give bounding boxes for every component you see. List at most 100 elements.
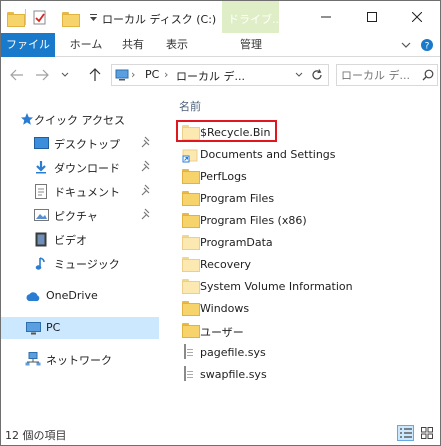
tab-share[interactable]: 共有: [115, 33, 151, 57]
file-list: 名前 $Recycle.Bin Documents and Settings P…: [171, 93, 440, 420]
shortcut-folder-icon: [182, 147, 198, 163]
highlight-annotation-box: [176, 120, 277, 142]
file-name: Program Files: [200, 192, 275, 205]
up-arrow-icon[interactable]: [87, 67, 103, 83]
details-view-icon[interactable]: [397, 425, 414, 441]
list-item[interactable]: ユーザー: [179, 320, 429, 342]
search-icon[interactable]: [420, 67, 436, 83]
nav-item-music[interactable]: ミュージック: [1, 252, 159, 274]
breadcrumb-local-disk[interactable]: ローカル デ...: [176, 68, 245, 84]
pictures-icon: [33, 207, 49, 223]
network-icon: [25, 351, 41, 367]
nav-item-downloads[interactable]: ダウンロード: [1, 156, 159, 178]
nav-item-label: ミュージック: [54, 258, 120, 271]
file-name: ユーザー: [200, 326, 244, 339]
drive-tools-context-tab[interactable]: ドライブ...: [222, 1, 283, 33]
breadcrumb-pc[interactable]: PC: [145, 68, 159, 81]
file-name: Documents and Settings: [200, 148, 336, 161]
nav-item-label: PC: [46, 321, 61, 334]
pin-icon[interactable]: [141, 184, 153, 196]
address-dropdown-icon[interactable]: [291, 67, 307, 83]
nav-item-documents[interactable]: ドキュメント: [1, 180, 159, 202]
folder-icon: [182, 279, 198, 295]
large-icons-view-icon[interactable]: [418, 425, 435, 441]
tab-file[interactable]: ファイル: [1, 33, 55, 57]
file-name: System Volume Information: [200, 280, 353, 293]
recent-dropdown-icon[interactable]: [57, 67, 73, 83]
search-input[interactable]: [341, 67, 417, 83]
properties-check-icon[interactable]: [32, 9, 48, 25]
customize-dropdown-icon[interactable]: [85, 9, 101, 25]
tab-view[interactable]: 表示: [157, 33, 197, 57]
nav-item-videos[interactable]: ビデオ: [1, 228, 159, 250]
tab-home[interactable]: ホーム: [63, 33, 109, 57]
pin-icon[interactable]: [141, 208, 153, 220]
help-icon[interactable]: ?: [419, 37, 435, 53]
list-item[interactable]: pagefile.sys: [179, 342, 429, 364]
file-icon: [182, 366, 198, 383]
list-item[interactable]: Recovery: [179, 254, 429, 276]
nav-item-label: デスクトップ: [54, 138, 120, 151]
list-item[interactable]: System Volume Information: [179, 276, 429, 298]
breadcrumb-sep-icon: ›: [131, 68, 136, 81]
ribbon-tabs: ファイル ホーム 共有 表示 管理 ?: [1, 33, 440, 57]
address-bar[interactable]: › PC › ローカル デ...: [111, 64, 329, 86]
nav-item-label: ダウンロード: [54, 162, 120, 175]
window-title: ローカル ディスク (C:): [102, 13, 217, 26]
folder-icon: [182, 235, 198, 251]
file-name: Recovery: [200, 258, 252, 271]
file-name: PerfLogs: [200, 170, 247, 183]
list-item[interactable]: Program Files: [179, 188, 429, 210]
folder-icon: [182, 169, 198, 185]
nav-item-pc[interactable]: PC: [1, 317, 159, 339]
folder-icon: [182, 213, 198, 229]
address-row: › PC › ローカル デ...: [1, 58, 440, 93]
nav-item-label: ピクチャ: [54, 210, 98, 223]
file-name: swapfile.sys: [200, 368, 267, 381]
file-name: Windows: [200, 302, 250, 315]
file-name: pagefile.sys: [200, 346, 266, 359]
ribbon-expand-icon[interactable]: [398, 37, 414, 53]
list-item[interactable]: Windows: [179, 298, 429, 320]
pin-icon[interactable]: [141, 136, 153, 148]
folder-icon: [182, 323, 198, 339]
title-bar: ローカル ディスク (C:) ドライブ...: [1, 1, 440, 33]
nav-item-desktop[interactable]: デスクトップ: [1, 132, 159, 154]
close-icon[interactable]: [394, 1, 440, 33]
download-icon: [33, 159, 49, 175]
list-item[interactable]: Documents and Settings: [179, 144, 429, 166]
pin-icon[interactable]: [141, 160, 153, 172]
desktop-icon: [33, 135, 49, 151]
search-box[interactable]: [336, 64, 438, 86]
nav-item-network[interactable]: ネットワーク: [1, 348, 159, 370]
refresh-icon[interactable]: [309, 67, 325, 83]
forward-arrow-icon[interactable]: [34, 67, 50, 83]
nav-quick-access[interactable]: クイック アクセス: [1, 108, 159, 130]
column-header-name[interactable]: 名前: [179, 98, 201, 114]
documents-icon: [33, 183, 49, 199]
breadcrumb-sep-icon: ›: [164, 68, 169, 81]
video-icon: [33, 231, 49, 247]
nav-quick-access-label: クイック アクセス: [34, 114, 125, 127]
drive-tools-label: ドライブ...: [228, 13, 283, 26]
nav-item-onedrive[interactable]: OneDrive: [1, 285, 159, 307]
star-icon: [19, 111, 35, 127]
file-name: Program Files (x86): [200, 214, 307, 227]
maximize-icon[interactable]: [349, 1, 395, 33]
minimize-icon[interactable]: [303, 1, 349, 33]
list-item[interactable]: PerfLogs: [179, 166, 429, 188]
nav-item-label: ビデオ: [54, 234, 87, 247]
cloud-icon: [25, 288, 41, 304]
list-item[interactable]: ProgramData: [179, 232, 429, 254]
file-name: ProgramData: [200, 236, 273, 249]
item-count: 12 個の項目: [5, 429, 67, 442]
folder-icon: [182, 301, 198, 317]
list-item[interactable]: Program Files (x86): [179, 210, 429, 232]
nav-item-pictures[interactable]: ピクチャ: [1, 204, 159, 226]
explorer-window: ローカル ディスク (C:) ドライブ... ファイル ホーム 共有 表示 管理…: [0, 0, 441, 446]
tab-manage[interactable]: 管理: [229, 33, 273, 57]
back-arrow-icon[interactable]: [9, 67, 25, 83]
list-item[interactable]: swapfile.sys: [179, 364, 429, 386]
new-folder-icon[interactable]: [62, 9, 80, 27]
svg-text:?: ?: [425, 42, 430, 52]
